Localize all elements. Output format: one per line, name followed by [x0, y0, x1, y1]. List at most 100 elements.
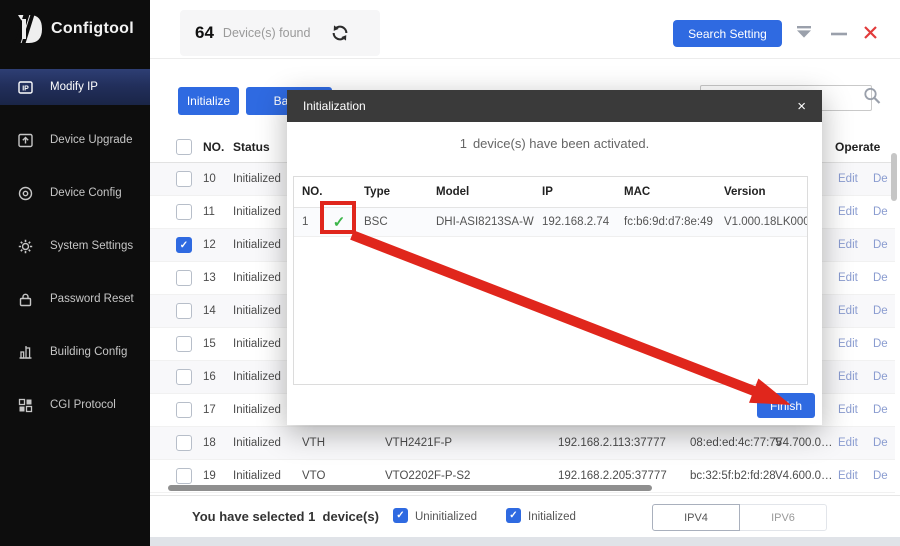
cell-status: Initialized — [233, 173, 281, 185]
cell-no: 14 — [203, 305, 216, 317]
sidebar-item-modify-ip[interactable]: IPModify IP — [0, 69, 150, 105]
delete-link[interactable]: De — [873, 470, 888, 482]
cell-status: Initialized — [233, 338, 281, 350]
row-checkbox[interactable] — [176, 336, 192, 352]
cell-no: 12 — [203, 239, 216, 251]
row-checkbox[interactable] — [176, 435, 192, 451]
edit-link[interactable]: Edit — [838, 206, 858, 218]
cell-model: VTH2421F-P — [385, 437, 452, 449]
cell-no: 18 — [203, 437, 216, 449]
svg-text:IP: IP — [22, 85, 29, 92]
modal-close-icon[interactable]: × — [797, 99, 806, 114]
delete-link[interactable]: De — [873, 239, 888, 251]
edit-link[interactable]: Edit — [838, 437, 858, 449]
cell-no: 16 — [203, 371, 216, 383]
edit-link[interactable]: Edit — [838, 272, 858, 284]
mcell-ip: 192.168.2.74 — [534, 216, 616, 228]
delete-link[interactable]: De — [873, 371, 888, 383]
cell-mac: bc:32:5f:b2:fd:28 — [690, 470, 776, 482]
header-status: Status — [233, 140, 270, 154]
cell-status: Initialized — [233, 371, 281, 383]
mcell-mac: fc:b6:9d:d7:8e:49 — [616, 216, 716, 228]
sidebar-item-system-settings[interactable]: System Settings — [0, 228, 150, 264]
row-checkbox[interactable] — [176, 270, 192, 286]
sidebar-item-device-config[interactable]: Device Config — [0, 175, 150, 211]
edit-link[interactable]: Edit — [838, 173, 858, 185]
dahua-logo-icon — [14, 13, 44, 45]
initialized-checkbox[interactable] — [506, 508, 521, 523]
sidebar-item-device-upgrade[interactable]: Device Upgrade — [0, 122, 150, 158]
configtool-window: Configtool IPModify IPDevice UpgradeDevi… — [0, 0, 900, 546]
search-setting-button[interactable]: Search Setting — [673, 20, 782, 47]
delete-link[interactable]: De — [873, 437, 888, 449]
delete-link[interactable]: De — [873, 404, 888, 416]
initialized-label: Initialized — [528, 511, 576, 523]
cell-status: Initialized — [233, 404, 281, 416]
close-icon[interactable] — [863, 25, 878, 40]
sidebar-item-label: System Settings — [50, 240, 133, 252]
row-checkbox[interactable] — [176, 204, 192, 220]
delete-link[interactable]: De — [873, 173, 888, 185]
window-bottom-strip — [150, 537, 900, 546]
edit-link[interactable]: Edit — [838, 305, 858, 317]
row-checkbox[interactable] — [176, 369, 192, 385]
activated-text: device(s) have been activated. — [473, 136, 649, 151]
cell-status: Initialized — [233, 437, 281, 449]
cell-no: 19 — [203, 470, 216, 482]
ipv4-button[interactable]: IPV4 — [652, 504, 740, 531]
modal-title: Initialization — [303, 99, 366, 113]
sidebar-item-label: Device Config — [50, 187, 122, 199]
sidebar-item-label: Password Reset — [50, 293, 134, 305]
activated-table-row: 1 BSC DHI-ASI8213SA-W 192.168.2.74 fc:b6… — [294, 208, 807, 237]
row-checkbox[interactable] — [176, 237, 192, 253]
row-checkbox[interactable] — [176, 468, 192, 484]
horizontal-scrollbar[interactable] — [168, 485, 652, 491]
cell-status: Initialized — [233, 239, 281, 251]
uninitialized-label: Uninitialized — [415, 511, 477, 523]
delete-link[interactable]: De — [873, 305, 888, 317]
mcell-version: V1.000.18LK000.0.R — [716, 216, 807, 228]
cell-type: VTO — [302, 470, 325, 482]
row-checkbox[interactable] — [176, 171, 192, 187]
select-all-checkbox[interactable] — [176, 139, 192, 155]
ipv6-button[interactable]: IPV6 — [739, 504, 827, 531]
sidebar-nav: IPModify IP Device Upgrade Device Config Sy… — [0, 69, 150, 440]
delete-link[interactable]: De — [873, 272, 888, 284]
mheader-type: Type — [356, 186, 428, 198]
sidebar-item-cgi-protocol[interactable]: CGI Protocol — [0, 387, 150, 423]
device-count-label: Device(s) found — [223, 26, 311, 40]
edit-link[interactable]: Edit — [838, 239, 858, 251]
initialize-button[interactable]: Initialize — [178, 87, 239, 115]
selection-summary: You have selected 1 device(s) — [192, 509, 379, 524]
modal-titlebar: Initialization × — [287, 90, 822, 122]
search-icon[interactable] — [862, 86, 882, 111]
delete-link[interactable]: De — [873, 338, 888, 350]
success-check-icon — [322, 213, 356, 231]
activated-count: 1 — [460, 136, 467, 151]
row-checkbox[interactable] — [176, 402, 192, 418]
dropdown-triangle-icon[interactable] — [795, 25, 813, 39]
sidebar-item-label: Device Upgrade — [50, 134, 132, 146]
edit-link[interactable]: Edit — [838, 404, 858, 416]
sidebar-item-password-reset[interactable]: Password Reset — [0, 281, 150, 317]
minimize-icon[interactable] — [831, 32, 847, 36]
edit-link[interactable]: Edit — [838, 371, 858, 383]
edit-link[interactable]: Edit — [838, 470, 858, 482]
row-checkbox[interactable] — [176, 303, 192, 319]
refresh-icon[interactable] — [330, 23, 350, 43]
mheader-no: NO. — [294, 186, 322, 198]
uninitialized-checkbox[interactable] — [393, 508, 408, 523]
vertical-scrollbar[interactable] — [891, 153, 897, 201]
finish-button[interactable]: Finish — [757, 393, 815, 418]
cell-mac: 08:ed:ed:4c:77:75 — [690, 437, 782, 449]
topbar: 64 Device(s) found Search Setting — [150, 0, 900, 59]
cell-ip: 192.168.2.205:37777 — [558, 470, 667, 482]
cell-status: Initialized — [233, 206, 281, 218]
device-count: 64 — [195, 23, 214, 43]
cell-no: 10 — [203, 173, 216, 185]
edit-link[interactable]: Edit — [838, 338, 858, 350]
delete-link[interactable]: De — [873, 206, 888, 218]
cell-status: Initialized — [233, 305, 281, 317]
sidebar-item-building-config[interactable]: Building Config — [0, 334, 150, 370]
table-row: 18InitializedVTHVTH2421F-P192.168.2.113:… — [150, 427, 895, 460]
